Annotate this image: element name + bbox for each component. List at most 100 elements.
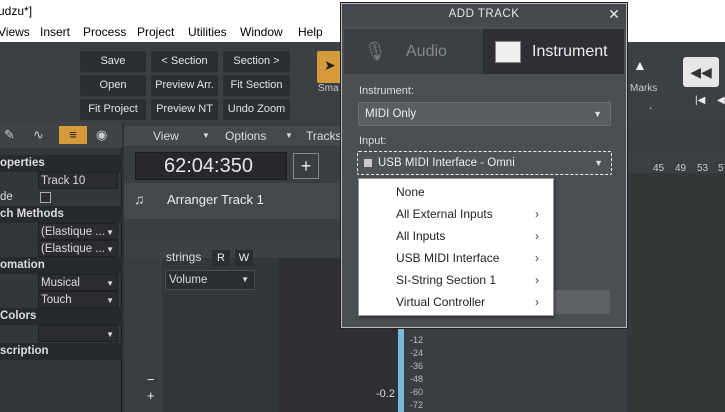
chevron-down-icon: ▼ bbox=[593, 109, 602, 119]
volume-value: Volume bbox=[169, 274, 208, 286]
dial-icon[interactable]: ◉ bbox=[96, 127, 107, 143]
menu-item-all-external-inputs[interactable]: All External Inputs › bbox=[359, 203, 553, 225]
fit-section-button[interactable]: Fit Section bbox=[223, 75, 290, 96]
menu-item-label: Virtual Controller bbox=[396, 295, 486, 309]
stretch-select-1[interactable]: (Elastique ... ▼ bbox=[38, 223, 118, 240]
menu-views[interactable]: Views bbox=[0, 25, 30, 39]
expand-plus[interactable]: + bbox=[147, 388, 155, 403]
inspector-toolbar: ✎ ∿ ≡ ◉ bbox=[0, 122, 122, 148]
plus-icon: + bbox=[300, 156, 312, 176]
view-menu[interactable]: View bbox=[153, 129, 179, 143]
tab-audio-label: Audio bbox=[406, 43, 447, 60]
instrument-label: Instrument: bbox=[359, 85, 415, 97]
dot-label: . bbox=[649, 98, 653, 112]
timeline-ruler[interactable]: 45 49 53 57 bbox=[627, 153, 725, 174]
menu-item-virtual-controller[interactable]: Virtual Controller › bbox=[359, 291, 553, 313]
track-name-field[interactable]: Track 10 bbox=[38, 172, 118, 189]
collapse-minus[interactable]: − bbox=[147, 372, 155, 387]
open-button[interactable]: Open bbox=[80, 75, 146, 96]
preview-nt-button[interactable]: Preview NT bbox=[151, 99, 218, 120]
rewind-button[interactable]: ◀◀ bbox=[683, 57, 719, 87]
db-tick: -36 bbox=[410, 361, 424, 371]
stretch-select-2[interactable]: (Elastique ... ▼ bbox=[38, 240, 118, 257]
input-select[interactable]: USB MIDI Interface - Omni ▼ bbox=[357, 151, 612, 175]
properties-header: operties bbox=[0, 155, 122, 172]
chevron-right-icon: › bbox=[535, 295, 539, 309]
marks-button[interactable]: ▲ bbox=[627, 51, 657, 83]
tab-audio[interactable]: 🎙 Audio bbox=[344, 29, 483, 74]
instrument-value: MIDI Only bbox=[365, 108, 417, 120]
chevron-down-icon: ▼ bbox=[106, 279, 114, 288]
time-value: 62:04:350 bbox=[164, 155, 253, 177]
menu-item-label: SI-String Section 1 bbox=[396, 273, 497, 287]
save-button[interactable]: Save bbox=[80, 51, 146, 72]
track-name-row: Track 10 bbox=[0, 172, 122, 189]
db-tick: -72 bbox=[410, 400, 424, 410]
automation-select-1[interactable]: Musical ▼ bbox=[38, 274, 118, 291]
menu-item-all-inputs[interactable]: All Inputs › bbox=[359, 225, 553, 247]
list-icon[interactable]: ≡ bbox=[59, 126, 87, 144]
tab-instrument[interactable]: Instrument bbox=[483, 29, 624, 74]
menu-utilities[interactable]: Utilities bbox=[188, 25, 227, 39]
instrument-select[interactable]: MIDI Only ▼ bbox=[358, 102, 611, 126]
back-icon[interactable]: ◀ bbox=[717, 95, 725, 106]
chevron-right-icon: › bbox=[535, 273, 539, 287]
undo-zoom-button[interactable]: Undo Zoom bbox=[223, 99, 290, 120]
menu-item-usb-midi-interface[interactable]: USB MIDI Interface › bbox=[359, 247, 553, 269]
mode-row: de bbox=[0, 189, 122, 206]
menu-project[interactable]: Project bbox=[137, 25, 174, 39]
options-menu[interactable]: Options bbox=[225, 129, 266, 143]
stretch-value-1: (Elastique ... bbox=[41, 226, 105, 238]
arranger-track[interactable]: ♫ Arranger Track 1 bbox=[124, 183, 340, 219]
stretch-value-2: (Elastique ... bbox=[41, 243, 105, 255]
stretch-row-2: (Elastique ... ▼ bbox=[0, 240, 122, 257]
rewind-icon: ◀◀ bbox=[690, 64, 712, 80]
color-row: ▼ bbox=[0, 325, 122, 342]
menu-process[interactable]: Process bbox=[83, 25, 126, 39]
prev-section-button[interactable]: < Section bbox=[151, 51, 218, 72]
menu-item-none[interactable]: None bbox=[359, 181, 553, 203]
time-display: 62:04:350 bbox=[135, 152, 287, 180]
chevron-down-icon: ▼ bbox=[202, 131, 210, 140]
automation-select-2[interactable]: Touch ▼ bbox=[38, 291, 118, 308]
automation-value-2: Touch bbox=[41, 294, 72, 306]
menu-help[interactable]: Help bbox=[298, 25, 323, 39]
smart-tool-button[interactable]: ➤ bbox=[317, 51, 341, 83]
menu-item-label: All External Inputs bbox=[396, 207, 493, 221]
fit-project-button[interactable]: Fit Project bbox=[80, 99, 146, 120]
menu-window[interactable]: Window bbox=[240, 25, 283, 39]
preview-arr-button[interactable]: Preview Arr. bbox=[151, 75, 218, 96]
mode-checkbox[interactable] bbox=[40, 192, 51, 203]
window-title: udzu*] bbox=[0, 4, 33, 18]
chevron-down-icon: ▼ bbox=[594, 158, 603, 168]
tab-instrument-label: Instrument bbox=[532, 43, 608, 60]
menu-item-label: All Inputs bbox=[396, 229, 446, 243]
db-tick: -12 bbox=[410, 335, 424, 345]
arranger-track-name: Arranger Track 1 bbox=[167, 192, 264, 207]
add-track-button[interactable]: + bbox=[293, 153, 319, 179]
write-button[interactable]: W bbox=[235, 250, 253, 266]
automation-row-2: Touch ▼ bbox=[0, 291, 122, 308]
smart-tool-label: Sma bbox=[318, 83, 339, 94]
transport-area: ▲ Marks . ◀◀ |◀ ◀ bbox=[627, 42, 725, 122]
stretch-row-1: (Elastique ... ▼ bbox=[0, 223, 122, 240]
timeline-lanes bbox=[627, 173, 725, 412]
color-select[interactable]: ▼ bbox=[38, 325, 118, 342]
tracks-menu[interactable]: Tracks bbox=[306, 129, 342, 143]
go-start-icon[interactable]: |◀ bbox=[695, 95, 705, 106]
db-tick: -48 bbox=[410, 374, 424, 384]
menu-insert[interactable]: Insert bbox=[40, 25, 70, 39]
meter-readout: -0.2 bbox=[376, 388, 395, 400]
input-value: USB MIDI Interface - Omni bbox=[378, 157, 515, 169]
waveform-icon[interactable]: ∿ bbox=[33, 127, 44, 143]
pencil-icon[interactable]: ✎ bbox=[4, 127, 15, 143]
close-icon[interactable]: ✕ bbox=[606, 6, 622, 22]
volume-select[interactable]: Volume ▼ bbox=[165, 270, 255, 290]
record-button[interactable]: R bbox=[212, 250, 230, 266]
chevron-right-icon: › bbox=[535, 251, 539, 265]
marks-label: Marks bbox=[630, 83, 658, 94]
music-note-icon: ♫ bbox=[134, 191, 145, 207]
menu-item-si-string-section[interactable]: SI-String Section 1 › bbox=[359, 269, 553, 291]
chevron-down-icon: ▼ bbox=[106, 245, 114, 254]
next-section-button[interactable]: Section > bbox=[223, 51, 290, 72]
